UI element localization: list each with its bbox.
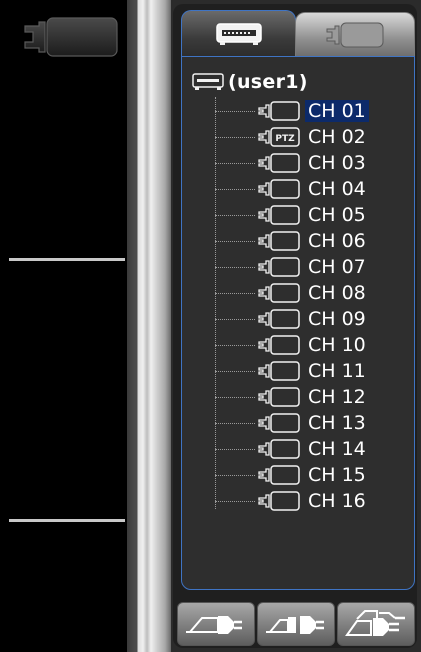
tree-connector [215, 500, 255, 502]
channel-item[interactable]: CH 12 [215, 385, 369, 409]
tree-connector [215, 370, 255, 372]
channel-item[interactable]: CH 10 [215, 333, 369, 357]
video-camera-icon [326, 22, 384, 48]
connect-all-plugs-icon [345, 610, 405, 636]
channel-item[interactable]: CH 08 [215, 281, 369, 305]
dvr-device-icon [215, 23, 262, 45]
tree-connector [215, 162, 255, 164]
camera-icon [258, 335, 300, 355]
camera-icon [258, 439, 300, 459]
tab-device[interactable] [181, 10, 296, 57]
camera-icon [258, 491, 300, 511]
channel-label: CH 07 [308, 256, 366, 278]
channel-label: CH 09 [308, 308, 366, 330]
dvr-device-icon [192, 73, 224, 90]
channel-item[interactable]: CH 14 [215, 437, 369, 461]
channel-label: CH 16 [308, 490, 366, 512]
channel-item[interactable]: CH 15 [215, 463, 369, 487]
channel-item[interactable]: CH 05 [215, 203, 369, 227]
camera-icon [258, 179, 300, 199]
channel-item[interactable]: CH 03 [215, 151, 369, 175]
channel-label: CH 06 [308, 230, 366, 252]
channel-label: CH 02 [308, 126, 366, 148]
tree-connector [215, 188, 255, 190]
camera-icon [258, 465, 300, 485]
channel-item[interactable]: CH 16 [215, 489, 369, 513]
connect-plug-icon [186, 616, 242, 634]
device-tree: (user1) CH 01 PTZ CH 02 CH 03 CH 04 CH 05 CH 0… [181, 56, 415, 590]
camera-icon [258, 361, 300, 381]
tree-connector [215, 344, 255, 346]
channel-label: CH 12 [308, 386, 366, 408]
camera-icon [258, 283, 300, 303]
tree-connector [215, 474, 255, 476]
camera-icon [258, 205, 300, 225]
camera-icon [258, 257, 300, 277]
channel-item[interactable]: PTZ CH 02 [215, 125, 369, 149]
tree-root-label: (user1) [228, 71, 308, 93]
camera-icon [258, 231, 300, 251]
camera-icon [258, 413, 300, 433]
channel-item[interactable]: CH 13 [215, 411, 369, 435]
video-cell-1[interactable] [9, 0, 125, 257]
tree-connector [215, 266, 255, 268]
tree-connector [215, 448, 255, 450]
camera-icon [258, 387, 300, 407]
tree-root[interactable]: (user1) [192, 71, 308, 93]
channel-label: CH 15 [308, 464, 366, 486]
video-cell-3[interactable] [9, 523, 125, 652]
channel-label: CH 03 [308, 152, 366, 174]
tree-connector [215, 318, 255, 320]
camera-icon [258, 101, 300, 121]
channel-label: CH 08 [308, 282, 366, 304]
tab-camera[interactable] [295, 12, 415, 57]
connect-button[interactable] [177, 602, 255, 646]
tree-connector [215, 110, 255, 112]
channel-label: CH 01 [305, 100, 369, 122]
channel-label: CH 04 [308, 178, 366, 200]
device-panel: (user1) CH 01 PTZ CH 02 CH 03 CH 04 CH 05 CH 0… [173, 4, 417, 648]
tree-connector [215, 240, 255, 242]
ptz-camera-icon: PTZ [258, 127, 300, 147]
channel-label: CH 05 [308, 204, 366, 226]
disconnect-plug-icon [266, 616, 324, 634]
connect-all-button[interactable] [337, 602, 415, 646]
tree-connector [215, 214, 255, 216]
channel-item[interactable]: CH 07 [215, 255, 369, 279]
video-camera-icon [24, 17, 118, 57]
panel-splitter[interactable] [127, 0, 171, 652]
channel-item[interactable]: CH 04 [215, 177, 369, 201]
tree-connector [215, 136, 255, 138]
ptz-label: PTZ [275, 134, 295, 144]
channel-label: CH 11 [308, 360, 366, 382]
channel-label: CH 10 [308, 334, 366, 356]
camera-icon [258, 309, 300, 329]
camera-icon [258, 153, 300, 173]
channel-item[interactable]: CH 01 [215, 99, 369, 123]
cell-divider [9, 258, 125, 261]
tree-connector [215, 292, 255, 294]
video-cell-2[interactable] [9, 262, 125, 518]
channel-item[interactable]: CH 06 [215, 229, 369, 253]
tree-connector [215, 422, 255, 424]
cell-divider [9, 519, 125, 522]
disconnect-button[interactable] [257, 602, 335, 646]
channel-item[interactable]: CH 11 [215, 359, 369, 383]
tree-connector [215, 396, 255, 398]
channel-item[interactable]: CH 09 [215, 307, 369, 331]
channel-label: CH 13 [308, 412, 366, 434]
video-wall [0, 0, 127, 652]
channel-label: CH 14 [308, 438, 366, 460]
